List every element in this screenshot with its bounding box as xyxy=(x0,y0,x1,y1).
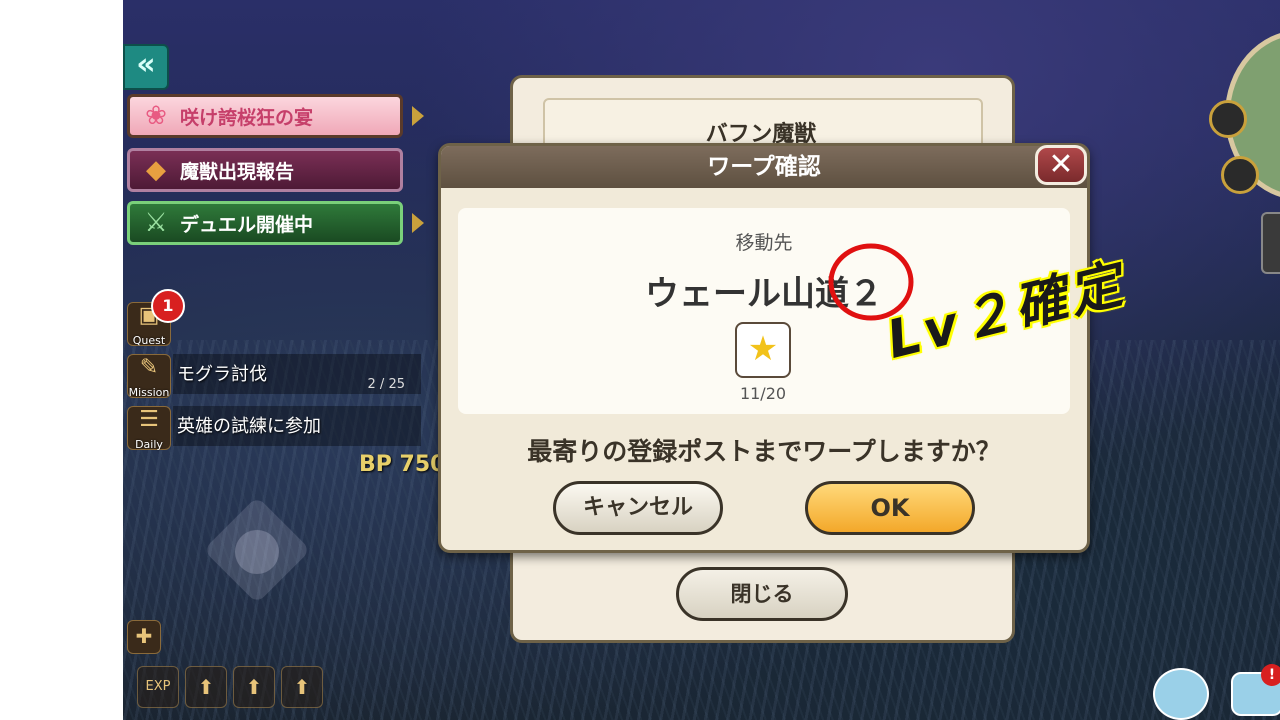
exp-label: EXP xyxy=(145,679,171,694)
ok-button[interactable]: OK xyxy=(805,481,975,535)
plus-button[interactable]: ✚ xyxy=(127,620,161,654)
daily-icon: ☰ xyxy=(139,407,159,432)
skill-up-button[interactable]: ⬆ xyxy=(185,666,227,708)
game-view: « ❀ 咲け誇桜狂の宴 ◆ 魔獣出現報告 ⚔ デュエル開催中 ▣ Quest 1… xyxy=(123,0,1280,720)
boot-up-icon: ⬆ xyxy=(245,675,263,699)
mission-text: モグラ討伐 xyxy=(177,364,267,385)
chat-badge: ! xyxy=(1261,664,1280,686)
duel-label: デュエル開催中 xyxy=(180,213,314,236)
sakura-icon: ❀ xyxy=(145,101,167,131)
skill-up-icon: ⬆ xyxy=(197,675,215,699)
daily-text: 英雄の試練に参加 xyxy=(177,416,321,437)
hand-up-icon: ⬆ xyxy=(293,675,311,699)
right-side-tab[interactable] xyxy=(1261,212,1280,274)
dialog-close-button[interactable]: ✕ xyxy=(1035,145,1087,185)
mission-label: Mission xyxy=(128,386,170,399)
star-icon: ★ xyxy=(747,329,779,369)
destination-label: 移動先 xyxy=(735,232,793,254)
emote-icon[interactable] xyxy=(1153,668,1209,720)
exp-button[interactable]: EXP xyxy=(137,666,179,708)
mission-progress: 2 / 25 xyxy=(367,377,405,392)
plus-icon: ✚ xyxy=(135,624,153,648)
event-sakura-button[interactable]: ❀ 咲け誇桜狂の宴 xyxy=(127,94,403,138)
duel-arrow-icon xyxy=(412,213,424,233)
minimap-toggle-button[interactable] xyxy=(1209,100,1247,138)
duel-button[interactable]: ⚔ デュエル開催中 xyxy=(127,201,403,245)
duel-icon: ⚔ xyxy=(144,208,168,238)
star-item-box: ★ xyxy=(735,322,791,378)
beast-mask-icon: ◆ xyxy=(146,155,166,185)
daily-label: Daily xyxy=(135,438,163,451)
close-panel-button[interactable]: 閉じる xyxy=(676,567,848,621)
daily-button[interactable]: ☰ Daily xyxy=(127,406,171,451)
hand-up-button[interactable]: ⬆ xyxy=(281,666,323,708)
warp-question: 最寄りの登録ポストまでワープしますか？ xyxy=(527,437,1001,466)
daily-row[interactable]: 英雄の試練に参加 xyxy=(173,406,421,446)
mission-button[interactable]: ✎ Mission xyxy=(127,354,171,399)
quest-badge: 1 xyxy=(151,289,185,323)
close-x-icon: ✕ xyxy=(1048,147,1074,182)
star-count: 11/20 xyxy=(739,384,787,403)
beast-report-button[interactable]: ◆ 魔獣出現報告 xyxy=(127,148,403,192)
mission-row[interactable]: モグラ討伐 2 / 25 xyxy=(173,354,421,394)
cancel-button[interactable]: キャンセル xyxy=(553,481,723,535)
event-arrow-icon xyxy=(412,106,424,126)
event-sakura-label: 咲け誇桜狂の宴 xyxy=(180,106,314,129)
mission-icon: ✎ xyxy=(139,355,159,380)
dialog-title: ワープ確認 xyxy=(707,154,821,180)
face-button[interactable] xyxy=(1221,156,1259,194)
dialog-header: ワープ確認 xyxy=(441,146,1087,188)
quest-label: Quest xyxy=(132,334,166,347)
collapse-menu-button[interactable]: « xyxy=(123,44,169,90)
boot-up-button[interactable]: ⬆ xyxy=(233,666,275,708)
beast-report-label: 魔獣出現報告 xyxy=(180,160,295,183)
dpad-stick[interactable] xyxy=(235,530,279,574)
